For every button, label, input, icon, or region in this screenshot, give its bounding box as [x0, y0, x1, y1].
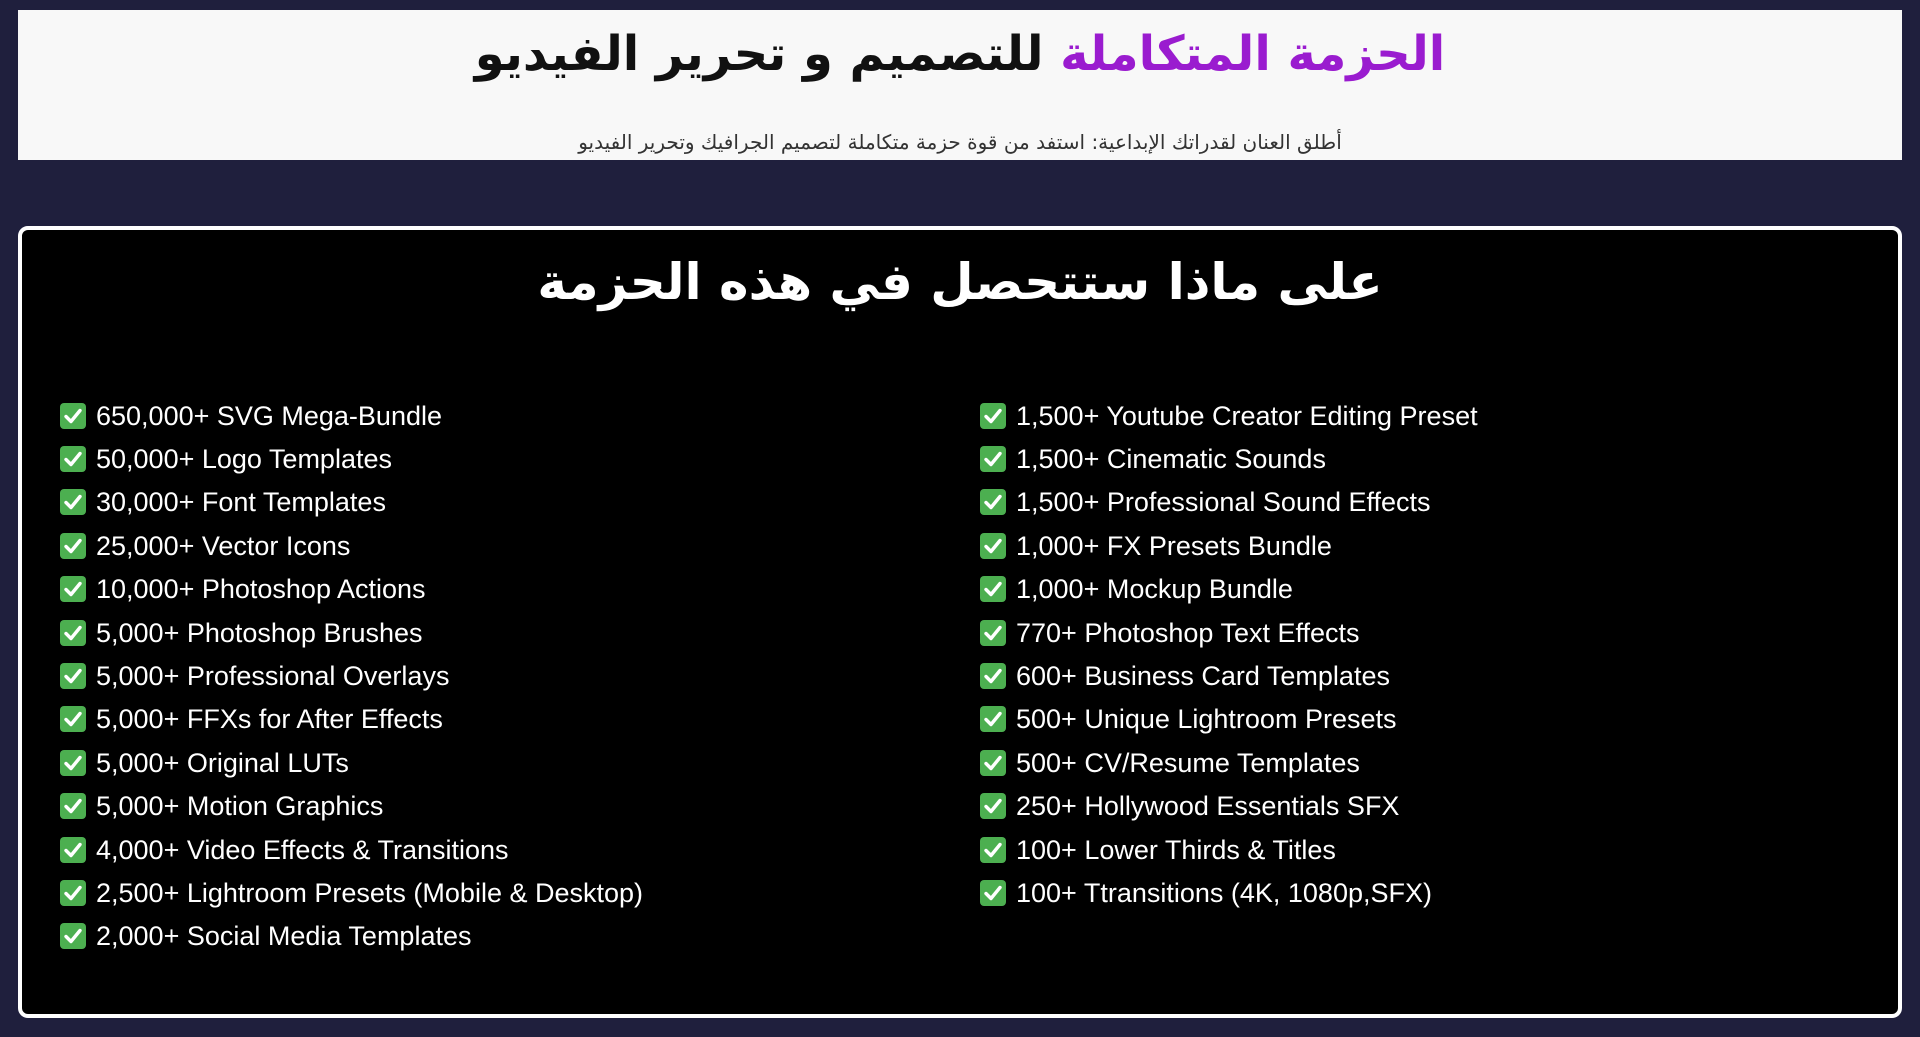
landing-page: الحزمة المتكاملة للتصميم و تحرير الفيديو… [0, 0, 1920, 1037]
feature-item: 5,000+ Photoshop Brushes [60, 611, 643, 654]
check-mark-icon [980, 446, 1006, 473]
feature-label: 650,000+ SVG Mega-Bundle [96, 400, 442, 431]
feature-item: 5,000+ Professional Overlays [60, 654, 643, 697]
check-mark-icon [980, 402, 1006, 429]
feature-label: 4,000+ Video Effects & Transitions [96, 834, 509, 865]
feature-item: 1,000+ FX Presets Bundle [980, 524, 1478, 567]
check-mark-icon [60, 532, 86, 559]
feature-item: 30,000+ Font Templates [60, 481, 643, 524]
check-mark-icon [980, 793, 1006, 820]
feature-label: 5,000+ Professional Overlays [96, 661, 450, 692]
hero-title: الحزمة المتكاملة للتصميم و تحرير الفيديو [18, 18, 1902, 90]
hero-title-rest: للتصميم و تحرير الفيديو [474, 26, 1061, 82]
feature-item: 770+ Photoshop Text Effects [980, 611, 1478, 654]
feature-label: 500+ Unique Lightroom Presets [1016, 704, 1397, 735]
feature-label: 2,000+ Social Media Templates [96, 921, 472, 952]
feature-label: 10,000+ Photoshop Actions [96, 574, 426, 605]
hero-banner: الحزمة المتكاملة للتصميم و تحرير الفيديو… [18, 10, 1902, 160]
feature-label: 5,000+ Original LUTs [96, 747, 349, 778]
hero-subtitle: أطلق العنان لقدراتك الإبداعية: استفد من … [578, 130, 1342, 154]
check-mark-icon [60, 793, 86, 820]
check-mark-icon [60, 879, 86, 906]
check-mark-icon [980, 749, 1006, 776]
feature-item: 2,000+ Social Media Templates [60, 915, 643, 958]
feature-item: 500+ CV/Resume Templates [980, 741, 1478, 784]
feature-item: 50,000+ Logo Templates [60, 437, 643, 480]
check-mark-icon [60, 619, 86, 646]
bundle-contents-panel: على ماذا ستتحصل في هذه الحزمة 650,000+ S… [18, 226, 1902, 1018]
feature-label: 250+ Hollywood Essentials SFX [1016, 791, 1400, 822]
feature-item: 4,000+ Video Effects & Transitions [60, 828, 643, 871]
feature-item: 2,500+ Lightroom Presets (Mobile & Deskt… [60, 871, 643, 914]
feature-label: 100+ Ttransitions (4K, 1080p,SFX) [1016, 877, 1432, 908]
feature-item: 250+ Hollywood Essentials SFX [980, 785, 1478, 828]
feature-item: 5,000+ FFXs for After Effects [60, 698, 643, 741]
hero-title-accent: الحزمة المتكاملة [1060, 26, 1446, 82]
check-mark-icon [60, 576, 86, 603]
feature-label: 50,000+ Logo Templates [96, 444, 392, 475]
feature-label: 500+ CV/Resume Templates [1016, 747, 1360, 778]
feature-label: 1,000+ Mockup Bundle [1016, 574, 1293, 605]
feature-label: 770+ Photoshop Text Effects [1016, 617, 1360, 648]
feature-label: 1,500+ Professional Sound Effects [1016, 487, 1431, 518]
check-mark-icon [60, 749, 86, 776]
feature-item: 650,000+ SVG Mega-Bundle [60, 394, 643, 437]
check-mark-icon [980, 663, 1006, 690]
feature-label: 5,000+ FFXs for After Effects [96, 704, 443, 735]
feature-item: 5,000+ Original LUTs [60, 741, 643, 784]
check-mark-icon [980, 706, 1006, 733]
feature-label: 5,000+ Photoshop Brushes [96, 617, 423, 648]
check-mark-icon [980, 619, 1006, 646]
right-feature-list: 1,500+ Youtube Creator Editing Preset 1,5… [980, 394, 1478, 915]
check-mark-icon [60, 489, 86, 516]
check-mark-icon [60, 446, 86, 473]
check-mark-icon [60, 402, 86, 429]
check-mark-icon [980, 532, 1006, 559]
feature-item: 1,000+ Mockup Bundle [980, 568, 1478, 611]
check-mark-icon [60, 923, 86, 950]
left-feature-list: 650,000+ SVG Mega-Bundle 50,000+ Logo Tem… [60, 394, 643, 958]
feature-label: 2,500+ Lightroom Presets (Mobile & Deskt… [96, 877, 644, 908]
check-mark-icon [60, 663, 86, 690]
feature-label: 5,000+ Motion Graphics [96, 791, 384, 822]
feature-item: 1,500+ Professional Sound Effects [980, 481, 1478, 524]
feature-label: 100+ Lower Thirds & Titles [1016, 834, 1336, 865]
feature-item: 25,000+ Vector Icons [60, 524, 643, 567]
feature-label: 1,500+ Cinematic Sounds [1016, 444, 1326, 475]
panel-title: على ماذا ستتحصل في هذه الحزمة [537, 253, 1383, 311]
check-mark-icon [60, 836, 86, 863]
feature-label: 25,000+ Vector Icons [96, 530, 351, 561]
check-mark-icon [980, 576, 1006, 603]
feature-label: 1,500+ Youtube Creator Editing Preset [1016, 400, 1478, 431]
check-mark-icon [980, 489, 1006, 516]
feature-item: 500+ Unique Lightroom Presets [980, 698, 1478, 741]
check-mark-icon [980, 879, 1006, 906]
check-mark-icon [980, 836, 1006, 863]
feature-label: 30,000+ Font Templates [96, 487, 386, 518]
feature-item: 5,000+ Motion Graphics [60, 785, 643, 828]
feature-item: 1,500+ Youtube Creator Editing Preset [980, 394, 1478, 437]
feature-item: 100+ Ttransitions (4K, 1080p,SFX) [980, 871, 1478, 914]
feature-label: 600+ Business Card Templates [1016, 661, 1390, 692]
feature-item: 1,500+ Cinematic Sounds [980, 437, 1478, 480]
feature-label: 1,000+ FX Presets Bundle [1016, 530, 1332, 561]
feature-item: 600+ Business Card Templates [980, 654, 1478, 697]
feature-item: 10,000+ Photoshop Actions [60, 568, 643, 611]
feature-item: 100+ Lower Thirds & Titles [980, 828, 1478, 871]
check-mark-icon [60, 706, 86, 733]
